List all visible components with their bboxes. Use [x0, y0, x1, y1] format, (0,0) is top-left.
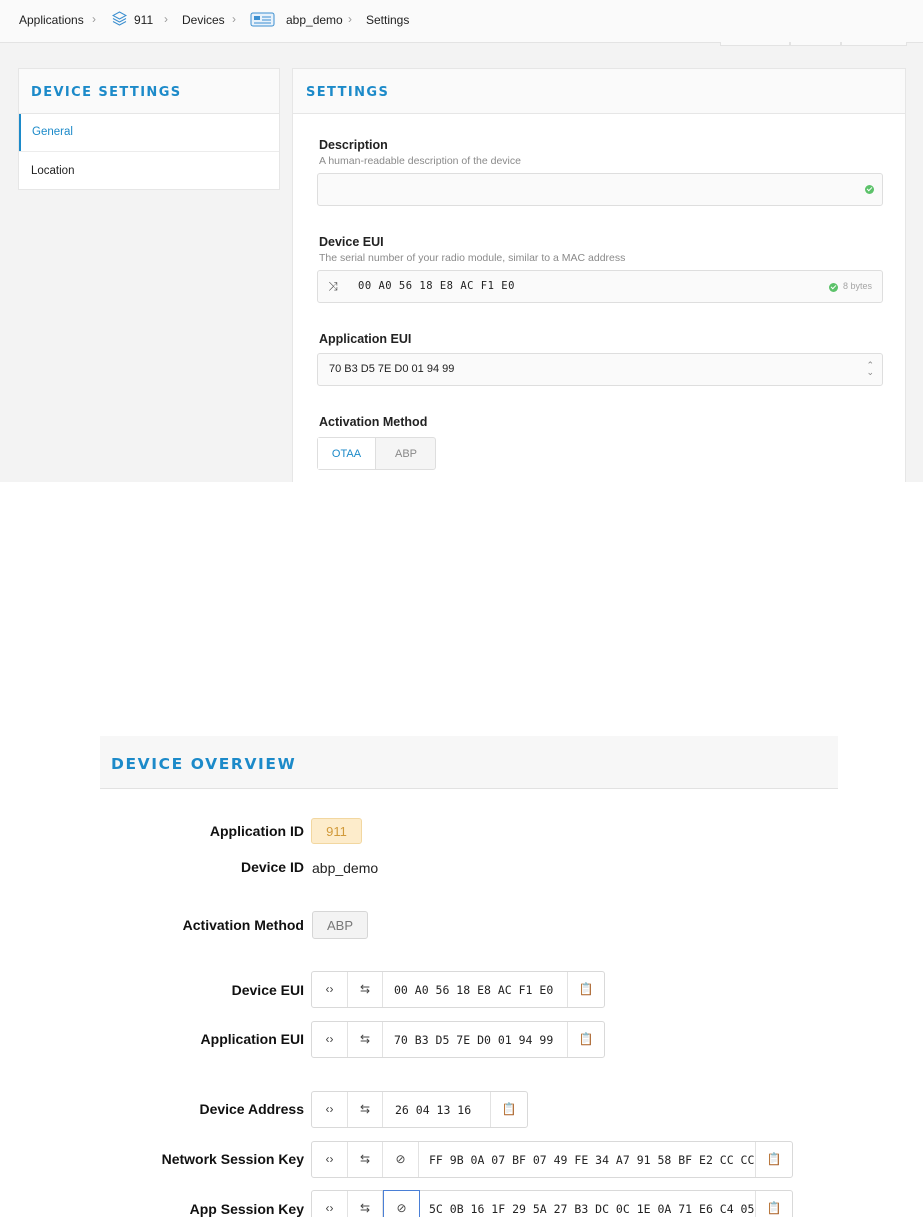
app-skey-label: App Session Key: [189, 1201, 304, 1217]
overview-header: DEVICE OVERVIEW: [100, 736, 838, 789]
swap-icon[interactable]: ⇆: [348, 1022, 383, 1057]
sidebar-item-label: Location: [31, 165, 75, 177]
nwk-skey-field: ‹› ⇆ ⊘ FF 9B 0A 07 BF 07 49 FE 34 A7 91 …: [311, 1141, 793, 1178]
device-eui-label: Device EUI: [231, 982, 304, 998]
sidebar-item-label: General: [32, 126, 73, 138]
breadcrumb-settings: Settings: [366, 13, 410, 27]
divider: [19, 151, 279, 152]
tab-strip: [841, 42, 907, 46]
code-icon[interactable]: ‹›: [312, 1022, 348, 1057]
settings-title: SETTINGS: [306, 85, 390, 100]
activation-otaa-button[interactable]: OTAA: [318, 438, 376, 469]
chevron-right-icon: ›: [92, 12, 96, 26]
swap-icon[interactable]: ⇆: [348, 1092, 383, 1127]
description-hint: A human-readable description of the devi…: [319, 155, 521, 167]
device-settings-sidebar: DEVICE SETTINGS General Location: [18, 68, 280, 190]
copy-icon[interactable]: 📋: [490, 1092, 527, 1127]
code-icon[interactable]: ‹›: [312, 972, 348, 1007]
device-icon: [250, 12, 275, 27]
code-icon[interactable]: ‹›: [312, 1092, 348, 1127]
breadcrumb-device[interactable]: abp_demo: [286, 13, 343, 27]
breadcrumb-devices[interactable]: Devices: [182, 13, 225, 27]
nwk-skey-value: FF 9B 0A 07 BF 07 49 FE 34 A7 91 58 BF E…: [429, 1153, 755, 1167]
swap-icon[interactable]: ⇆: [348, 1142, 383, 1177]
breadcrumb: Applications › 911 › Devices › abp_demo …: [0, 0, 923, 43]
app-eui-label: Application EUI: [319, 332, 412, 346]
dev-addr-label: Device Address: [199, 1101, 304, 1117]
swap-icon[interactable]: ⇆: [348, 1191, 383, 1217]
app-skey-value: 5C 0B 16 1F 29 5A 27 B3 DC 0C 1E 0A 71 E…: [429, 1202, 755, 1216]
swap-icon[interactable]: ⇆: [348, 972, 383, 1007]
breadcrumb-app[interactable]: 911: [134, 13, 153, 27]
device-settings-screen: Applications › 911 › Devices › abp_demo …: [0, 0, 923, 482]
layers-icon: [112, 11, 127, 26]
app-eui-value: 70 B3 D5 7E D0 01 94 99: [329, 363, 455, 375]
hide-icon[interactable]: ⊘: [383, 1190, 420, 1217]
sidebar-item-location[interactable]: Location: [19, 153, 279, 191]
sidebar-item-general[interactable]: General: [19, 114, 279, 152]
activation-abp-button[interactable]: ABP: [377, 438, 435, 469]
hide-icon[interactable]: ⊘: [383, 1142, 419, 1177]
check-circle-icon: [829, 283, 838, 292]
code-icon[interactable]: ‹›: [312, 1142, 348, 1177]
dev-addr-value: 26 04 13 16: [395, 1103, 472, 1117]
app-eui-value: 70 B3 D5 7E D0 01 94 99: [394, 1033, 554, 1047]
description-label: Description: [319, 138, 388, 152]
sidebar-title: DEVICE SETTINGS: [31, 85, 182, 100]
copy-icon[interactable]: 📋: [567, 1022, 604, 1057]
app-eui-field: ‹› ⇆ 70 B3 D5 7E D0 01 94 99 📋: [311, 1021, 605, 1058]
copy-icon[interactable]: 📋: [755, 1191, 792, 1217]
shuffle-icon[interactable]: ⤨: [318, 271, 348, 302]
activation-badge: ABP: [312, 911, 368, 939]
copy-icon[interactable]: 📋: [567, 972, 604, 1007]
app-eui-select[interactable]: 70 B3 D5 7E D0 01 94 99 ⌃ ⌄: [317, 353, 883, 386]
app-id-label: Application ID: [209, 823, 304, 839]
device-eui-value: 00 A0 56 18 E8 AC F1 E0: [358, 280, 515, 292]
description-input[interactable]: [317, 173, 883, 206]
activation-toggle: OTAA ABP: [317, 437, 436, 470]
device-eui-value: 00 A0 56 18 E8 AC F1 E0: [394, 983, 554, 997]
chevron-right-icon: ›: [232, 12, 236, 26]
tab-strip: [790, 42, 841, 46]
device-eui-field: ‹› ⇆ 00 A0 56 18 E8 AC F1 E0 📋: [311, 971, 605, 1008]
check-circle-icon: [865, 185, 874, 194]
chevron-right-icon: ›: [348, 12, 352, 26]
dev-addr-field: ‹› ⇆ 26 04 13 16 📋: [311, 1091, 528, 1128]
copy-icon[interactable]: 📋: [755, 1142, 792, 1177]
app-eui-label: Application EUI: [200, 1031, 304, 1047]
device-id-value: abp_demo: [312, 860, 379, 876]
device-eui-hint: The serial number of your radio module, …: [319, 252, 626, 264]
overview-title: DEVICE OVERVIEW: [111, 755, 297, 773]
app-id-badge[interactable]: 911: [311, 818, 362, 844]
settings-panel: SETTINGS Description A human-readable de…: [292, 68, 906, 482]
byte-count: 8 bytes: [842, 281, 872, 291]
device-eui-label: Device EUI: [319, 235, 384, 249]
nwk-skey-label: Network Session Key: [161, 1151, 304, 1167]
chevron-right-icon: ›: [164, 12, 168, 26]
activation-label: Activation Method: [319, 415, 428, 429]
tab-strip: [720, 42, 790, 46]
chevron-updown-icon: ⌃ ⌄: [866, 360, 874, 377]
app-skey-field: ‹› ⇆ ⊘ 5C 0B 16 1F 29 5A 27 B3 DC 0C 1E …: [311, 1190, 793, 1217]
activation-method-label: Activation Method: [182, 917, 304, 933]
device-eui-input[interactable]: ⤨ 00 A0 56 18 E8 AC F1 E0 8 bytes: [317, 270, 883, 303]
code-icon[interactable]: ‹›: [312, 1191, 348, 1217]
breadcrumb-applications[interactable]: Applications: [19, 13, 84, 27]
device-id-label: Device ID: [240, 859, 304, 875]
